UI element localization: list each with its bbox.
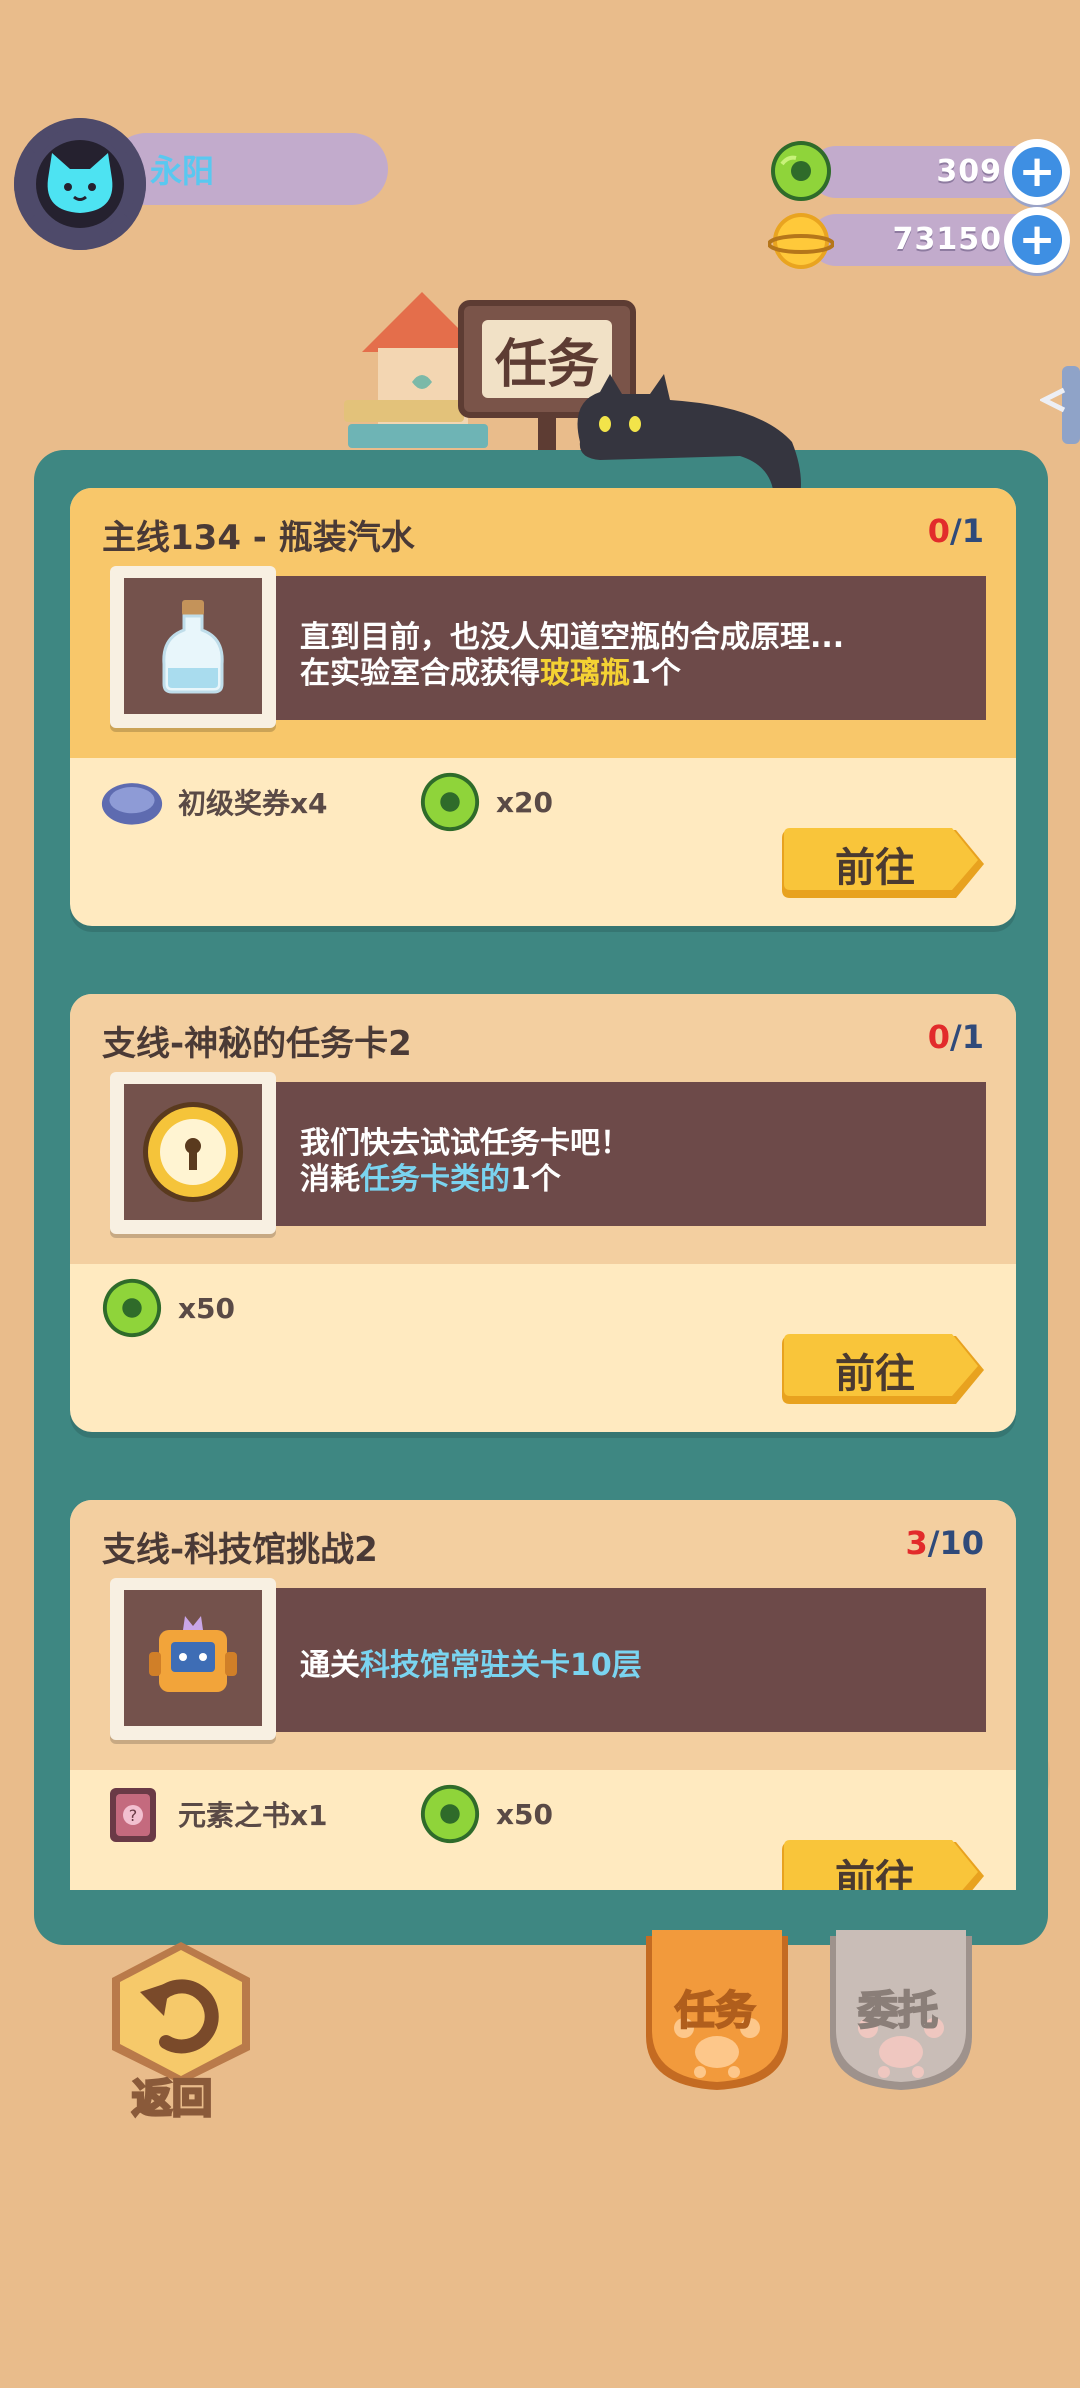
quest-thumbnail bbox=[110, 566, 276, 728]
quest-title: 主线134 - 瓶装汽水 bbox=[102, 518, 415, 558]
reward-label: 初级奖券x4 bbox=[178, 787, 328, 820]
gold-clock-card-icon bbox=[143, 1102, 243, 1202]
quest-description: 直到目前，也没人知道空瓶的合成原理... 在实验室合成获得玻璃瓶1个 bbox=[276, 576, 986, 720]
quest-card-side: 支线-科技馆挑战2 3/10 通关科技馆常驻关卡10层 ? 元素之书x1 x50… bbox=[70, 1500, 1016, 1890]
gold-planet-coin-icon bbox=[768, 213, 834, 269]
back-button-label: 返回 bbox=[131, 2075, 214, 2124]
quest-thumbnail bbox=[110, 1578, 276, 1740]
go-button-label: 前往 bbox=[835, 1857, 915, 1890]
go-button[interactable]: 前往 bbox=[780, 826, 986, 902]
avatar[interactable] bbox=[14, 118, 146, 250]
go-button[interactable]: 前往 bbox=[780, 1332, 986, 1408]
quest-thumbnail bbox=[110, 1072, 276, 1234]
reward-label: x20 bbox=[496, 785, 554, 819]
donut-currency-value: 309 bbox=[936, 154, 1002, 189]
glass-bottle-icon bbox=[162, 600, 224, 694]
go-button[interactable]: 前往 bbox=[780, 1838, 986, 1890]
quest-desc-line2: 在实验室合成获得玻璃瓶1个 bbox=[300, 656, 681, 691]
svg-text:?: ? bbox=[129, 1806, 138, 1825]
plus-icon: + bbox=[1012, 147, 1062, 197]
bottle-cap-voucher-icon bbox=[100, 770, 164, 834]
quest-title: 支线-科技馆挑战2 bbox=[102, 1530, 378, 1570]
black-cat-decoration-icon bbox=[577, 374, 801, 497]
quest-card-side: 支线-神秘的任务卡2 0/1 我们快去试试任务卡吧！ 消耗任务卡类的1个 x50 bbox=[70, 994, 1016, 1432]
quest-desc-line1: 通关科技馆常驻关卡10层 bbox=[300, 1648, 642, 1683]
green-donut-coin-icon bbox=[418, 1782, 482, 1846]
quest-progress: 0/1 bbox=[927, 1018, 984, 1056]
player-name: 永阳 bbox=[150, 152, 215, 190]
robot-icon bbox=[149, 1616, 237, 1692]
reward-item: 初级奖券x4 bbox=[100, 770, 328, 834]
gold-currency-value: 73150 bbox=[892, 222, 1002, 257]
tab-commission-label: 委托 bbox=[857, 1987, 939, 2035]
reward-label: x50 bbox=[496, 1797, 554, 1831]
reward-item: x50 bbox=[418, 1782, 553, 1846]
quest-description: 我们快去试试任务卡吧！ 消耗任务卡类的1个 bbox=[276, 1082, 986, 1226]
reward-item: x50 bbox=[100, 1276, 235, 1340]
green-donut-coin-icon bbox=[418, 770, 482, 834]
green-donut-coin-icon bbox=[771, 141, 831, 201]
quest-card-main: 主线134 - 瓶装汽水 0/1 直到目前，也没人知道空瓶的合成原理... 在实… bbox=[70, 488, 1016, 926]
reward-label: x50 bbox=[178, 1291, 236, 1325]
reward-item: ? 元素之书x1 bbox=[100, 1782, 328, 1846]
reward-item: x20 bbox=[418, 770, 553, 834]
quest-progress: 0/1 bbox=[927, 512, 984, 550]
quest-title: 支线-神秘的任务卡2 bbox=[102, 1024, 412, 1064]
quest-progress: 3/10 bbox=[905, 1524, 984, 1562]
add-gold-button[interactable]: + bbox=[1004, 207, 1070, 273]
tab-tasks-label: 任务 bbox=[674, 1987, 756, 2035]
quest-desc-line2: 消耗任务卡类的1个 bbox=[300, 1162, 561, 1197]
quest-description: 通关科技馆常驻关卡10层 bbox=[276, 1588, 986, 1732]
reward-label: 元素之书x1 bbox=[178, 1799, 328, 1832]
cat-avatar-icon bbox=[36, 140, 124, 228]
quest-list[interactable]: 主线134 - 瓶装汽水 0/1 直到目前，也没人知道空瓶的合成原理... 在实… bbox=[70, 488, 1016, 1890]
plus-icon: + bbox=[1012, 215, 1062, 265]
side-clip-icon[interactable] bbox=[1040, 360, 1080, 450]
go-button-label: 前往 bbox=[835, 845, 915, 891]
element-book-icon: ? bbox=[100, 1782, 164, 1846]
go-button-label: 前往 bbox=[835, 1351, 915, 1397]
add-donut-button[interactable]: + bbox=[1004, 139, 1070, 205]
green-donut-coin-icon bbox=[100, 1276, 164, 1340]
